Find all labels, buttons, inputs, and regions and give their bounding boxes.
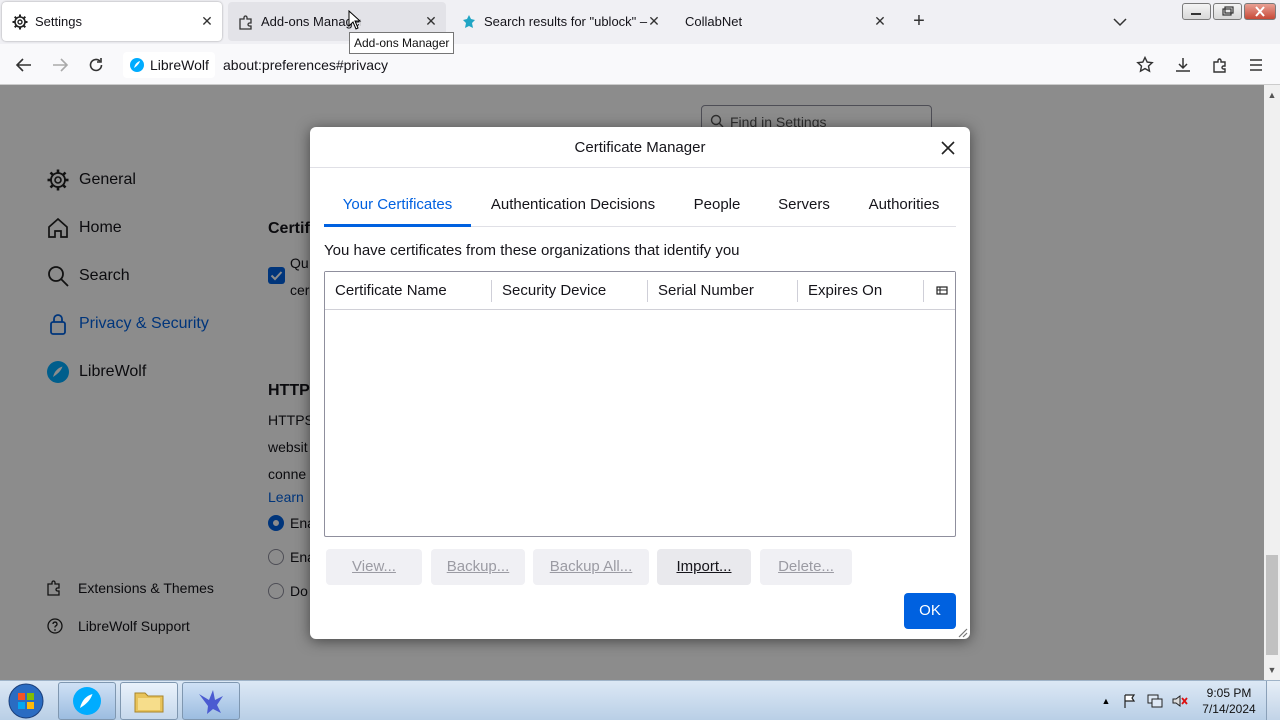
close-icon (941, 141, 955, 155)
column-security-device[interactable]: Security Device (491, 280, 647, 302)
restore-button[interactable] (1213, 3, 1242, 20)
navigation-toolbar: LibreWolf about:preferences#privacy (0, 44, 1280, 85)
taskbar-clock[interactable]: 9:05 PM 7/14/2024 (1196, 685, 1262, 717)
addons-site-icon (461, 14, 477, 30)
tab-your-certificates[interactable]: Your Certificates (324, 185, 471, 227)
close-tab-icon[interactable]: ✕ (647, 14, 661, 28)
forward-button[interactable] (48, 53, 72, 77)
show-hidden-icons-button[interactable]: ▲ (1100, 681, 1112, 720)
url-bar[interactable]: LibreWolf about:preferences#privacy (123, 50, 1163, 80)
table-header: Certificate Name Security Device Serial … (325, 272, 955, 310)
tab-settings[interactable]: Settings ✕ (2, 2, 222, 41)
dialog-title: Certificate Manager (310, 127, 970, 168)
tab-collabnet[interactable]: CollabNet ✕ (675, 2, 895, 41)
taskbar-file-explorer[interactable] (120, 682, 178, 720)
certificate-manager-dialog: Certificate Manager Your Certificates Au… (310, 127, 970, 639)
backup-button[interactable]: Backup... (431, 549, 525, 585)
tab-label: Settings (35, 14, 82, 29)
app-menu-button[interactable] (1244, 53, 1268, 77)
volume-muted-icon[interactable] (1170, 681, 1190, 720)
tab-tooltip: Add-ons Manager (349, 32, 455, 54)
reload-button[interactable] (84, 53, 108, 77)
tab-authentication-decisions[interactable]: Authentication Decisions (479, 185, 667, 227)
extensions-button[interactable] (1208, 53, 1232, 77)
gear-icon (12, 14, 28, 30)
screen: { "browser": { "tabs": [ {"title": "Sett… (0, 0, 1280, 720)
scroll-down-arrow-icon[interactable]: ▼ (1264, 662, 1280, 678)
start-button[interactable] (6, 682, 46, 720)
identity-box[interactable]: LibreWolf (123, 52, 215, 78)
bookmark-star-button[interactable] (1133, 53, 1157, 77)
reload-icon (89, 58, 103, 72)
close-tab-icon[interactable]: ✕ (424, 14, 438, 28)
librewolf-icon (130, 58, 144, 72)
certificates-table[interactable]: Certificate Name Security Device Serial … (324, 271, 956, 537)
librewolf-icon (73, 687, 101, 715)
clock-date: 7/14/2024 (1202, 702, 1256, 716)
tab-people[interactable]: People (684, 185, 750, 227)
tab-label: Search results for "ublock" – Ad (484, 14, 650, 29)
download-icon (1176, 58, 1190, 72)
column-separator (923, 280, 924, 302)
close-dialog-button[interactable] (938, 138, 958, 158)
certificate-tabs: Your Certificates Authentication Decisio… (324, 185, 956, 227)
chevron-down-icon (1113, 18, 1127, 27)
column-serial-number[interactable]: Serial Number (647, 280, 797, 302)
downloads-button[interactable] (1171, 53, 1195, 77)
clock-time: 9:05 PM (1206, 686, 1252, 700)
ok-button[interactable]: OK (904, 593, 956, 629)
close-tab-icon[interactable]: ✕ (873, 14, 887, 28)
certificates-intro-text: You have certificates from these organiz… (324, 242, 740, 259)
list-all-tabs-button[interactable] (1110, 13, 1130, 31)
tab-authorities[interactable]: Authorities (858, 185, 950, 227)
star-icon (1136, 56, 1154, 73)
tab-strip: Settings ✕ Add-ons Manager ✕ Search resu… (0, 0, 1280, 44)
close-window-button[interactable] (1244, 3, 1276, 20)
arrow-left-icon (15, 58, 31, 72)
minimize-button[interactable] (1182, 3, 1211, 20)
bird-app-icon (199, 690, 223, 714)
windows-logo-icon (8, 683, 44, 719)
hamburger-menu-icon (1250, 59, 1262, 71)
identity-label: LibreWolf (150, 57, 209, 73)
folder-icon (134, 692, 164, 713)
page-scrollbar[interactable]: ▲ ▼ (1264, 85, 1280, 680)
puzzle-icon (1213, 58, 1226, 73)
tab-servers[interactable]: Servers (768, 185, 840, 227)
import-button[interactable]: Import... (657, 549, 751, 585)
new-tab-button[interactable]: + (908, 11, 930, 33)
tab-label: Add-ons Manager (261, 14, 361, 29)
column-expires-on[interactable]: Expires On (797, 280, 923, 302)
scrollbar-thumb[interactable] (1266, 555, 1278, 655)
back-button[interactable] (12, 53, 36, 77)
column-picker-icon[interactable] (935, 284, 949, 298)
delete-button[interactable]: Delete... (760, 549, 852, 585)
puzzle-icon (238, 14, 254, 30)
resize-grip-icon[interactable] (956, 625, 968, 638)
mouse-cursor-icon (348, 10, 362, 30)
close-tab-icon[interactable]: ✕ (200, 14, 214, 28)
taskbar: ▲ 9:05 PM 7/14/2024 (0, 680, 1280, 720)
url-text: about:preferences#privacy (223, 57, 388, 73)
arrow-right-icon (53, 58, 69, 72)
show-desktop-button[interactable] (1266, 681, 1280, 720)
taskbar-app-bird[interactable] (182, 682, 240, 720)
backup-all-button[interactable]: Backup All... (533, 549, 649, 585)
scroll-up-arrow-icon[interactable]: ▲ (1264, 87, 1280, 103)
taskbar-librewolf[interactable] (58, 682, 116, 720)
column-certificate-name[interactable]: Certificate Name (325, 272, 491, 310)
tab-label: CollabNet (685, 14, 743, 29)
tab-search-results[interactable]: Search results for "ublock" – Ad ✕ (451, 2, 669, 41)
network-icon[interactable] (1145, 681, 1165, 720)
view-button[interactable]: View... (326, 549, 422, 585)
action-center-flag-icon[interactable] (1120, 681, 1140, 720)
